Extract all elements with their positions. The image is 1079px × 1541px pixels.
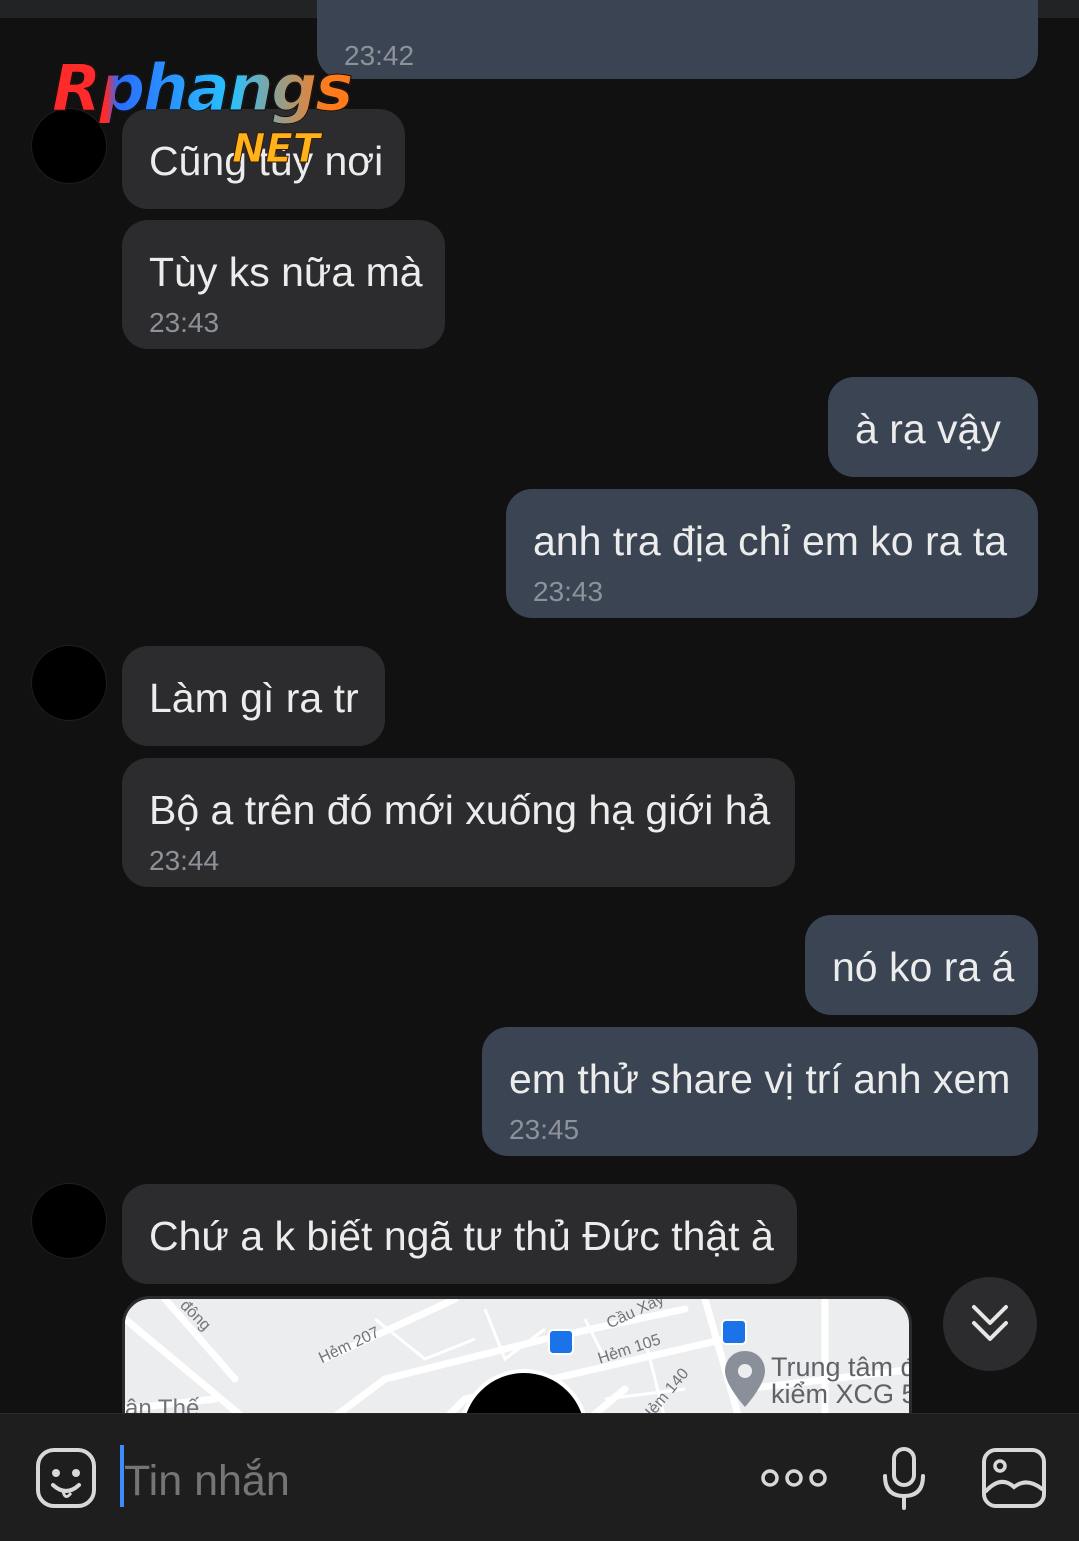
avatar[interactable] bbox=[32, 646, 106, 720]
message-bubble-in[interactable]: Chứ a k biết ngã tư thủ Đức thật à bbox=[122, 1184, 797, 1284]
message-bubble-in[interactable]: Tùy ks nữa mà 23:43 bbox=[122, 220, 445, 349]
message-bubble-out[interactable]: em thử share vị trí anh xem 23:45 bbox=[482, 1027, 1038, 1156]
avatar[interactable] bbox=[32, 1184, 106, 1258]
message-bubble-in[interactable]: Làm gì ra tr bbox=[122, 646, 385, 746]
message-bubble-out[interactable]: nó ko ra á bbox=[805, 915, 1038, 1015]
logo-wordmark: Rphangs bbox=[51, 52, 353, 127]
message-text: nó ko ra á bbox=[832, 944, 1015, 990]
map-place-name: kiểm XCG 5 bbox=[771, 1379, 912, 1409]
text-cursor bbox=[120, 1445, 124, 1507]
message-time: 23:43 bbox=[149, 307, 220, 338]
message-text: em thử share vị trí anh xem bbox=[509, 1056, 1011, 1102]
message-text: à ra vậy bbox=[855, 406, 1001, 452]
bus-stop-icon bbox=[721, 1319, 747, 1345]
message-bubble-out[interactable]: à ra vậy bbox=[828, 377, 1038, 477]
message-bubble-in[interactable]: Bộ a trên đó mới xuống hạ giới hả 23:44 bbox=[122, 758, 795, 887]
bus-stop-icon bbox=[548, 1329, 574, 1355]
message-time: 23:44 bbox=[149, 845, 220, 876]
message-time: 23:45 bbox=[509, 1114, 580, 1145]
watermark-logo: Rphangs NET bbox=[51, 52, 392, 182]
message-text: Làm gì ra tr bbox=[149, 675, 359, 721]
scroll-to-bottom-button[interactable] bbox=[943, 1277, 1037, 1371]
more-icon[interactable] bbox=[760, 1467, 830, 1489]
microphone-icon[interactable] bbox=[880, 1446, 928, 1512]
double-chevron-down-icon bbox=[972, 1305, 1008, 1341]
map-pin-icon bbox=[725, 1351, 765, 1407]
message-composer bbox=[0, 1413, 1079, 1541]
message-text: Bộ a trên đó mới xuống hạ giới hả bbox=[149, 787, 771, 833]
image-icon[interactable] bbox=[981, 1447, 1047, 1509]
message-text: Chứ a k biết ngã tư thủ Đức thật à bbox=[149, 1213, 774, 1259]
sticker-icon[interactable] bbox=[35, 1447, 97, 1509]
message-text: anh tra địa chỉ em ko ra ta bbox=[533, 518, 1008, 564]
message-input[interactable] bbox=[120, 1456, 724, 1506]
message-time: 23:43 bbox=[533, 576, 604, 607]
logo-suffix: NET bbox=[231, 126, 321, 173]
message-text: Tùy ks nữa mà bbox=[149, 249, 423, 295]
map-place-name: Trung tâm đ bbox=[771, 1352, 912, 1382]
message-bubble-out[interactable]: anh tra địa chỉ em ko ra ta 23:43 bbox=[506, 489, 1038, 618]
message-bubble-out[interactable]: 23:42 bbox=[317, 0, 1038, 79]
